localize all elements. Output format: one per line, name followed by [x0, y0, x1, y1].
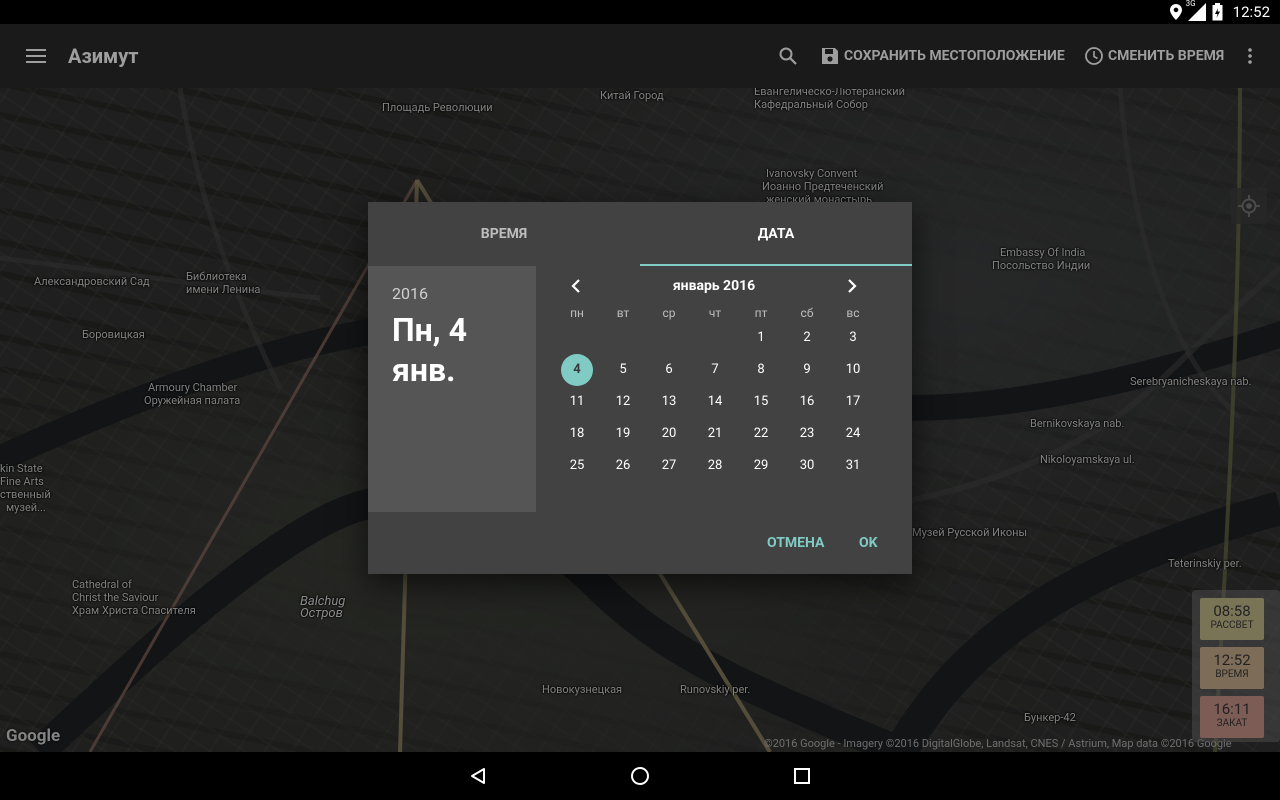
calendar-day[interactable]: 29 [745, 450, 777, 482]
calendar-day[interactable]: 13 [653, 386, 685, 418]
status-time: 12:52 [1232, 3, 1270, 21]
header-year[interactable]: 2016 [392, 284, 428, 303]
weekday-label: пт [754, 306, 768, 320]
more-vertical-icon [1248, 48, 1252, 64]
calendar-day[interactable]: 19 [607, 418, 639, 450]
calendar-day[interactable]: 15 [745, 386, 777, 418]
cancel-button[interactable]: ОТМЕНА [767, 528, 824, 558]
home-circle-icon [631, 767, 649, 785]
ok-button[interactable]: OK [859, 528, 878, 558]
hamburger-menu-icon [26, 49, 46, 63]
calendar-day[interactable]: 9 [791, 354, 823, 386]
calendar-day[interactable]: 26 [607, 450, 639, 482]
app-title: Азимут [68, 44, 139, 68]
current-time-card[interactable]: 12:52 ВРЕМЯ [1200, 647, 1264, 689]
chevron-left-icon [571, 279, 580, 293]
sunset-time: 16:11 [1213, 700, 1251, 718]
sunrise-label: РАССВЕТ [1210, 620, 1254, 631]
search-icon [779, 47, 797, 65]
calendar-day[interactable]: 14 [699, 386, 731, 418]
tab-time[interactable]: ВРЕМЯ [368, 202, 640, 266]
back-button[interactable] [454, 760, 502, 792]
calendar-day[interactable]: 1 [745, 322, 777, 354]
calendar-day[interactable]: 5 [607, 354, 639, 386]
calendar-days-grid: 1 2 3 4 5 6 7 8 9 10 11 12 13 14 15 16 17 18 19 20 21 22 23 24 2… [536, 322, 912, 502]
calendar-day[interactable]: 16 [791, 386, 823, 418]
search-button[interactable] [770, 36, 806, 76]
calendar-day[interactable]: 20 [653, 418, 685, 450]
clock-icon [1085, 47, 1103, 65]
calendar-day[interactable]: 18 [561, 418, 593, 450]
calendar-day[interactable]: 7 [699, 354, 731, 386]
weekday-label: вс [846, 306, 860, 320]
save-location-label: СОХРАНИТЬ МЕСТОПОЛОЖЕНИЕ [844, 48, 1065, 64]
save-location-button[interactable]: СОХРАНИТЬ МЕСТОПОЛОЖЕНИЕ [820, 36, 1065, 76]
date-time-picker-dialog: ВРЕМЯ ДАТА 2016 Пн, 4 янв. январь 2016 п… [368, 202, 912, 574]
dialog-tabs: ВРЕМЯ ДАТА [368, 202, 912, 266]
calendar-day[interactable]: 30 [791, 450, 823, 482]
weekday-label: пн [570, 306, 584, 320]
calendar-day-selected[interactable]: 4 [561, 354, 593, 386]
calendar-day[interactable]: 17 [837, 386, 869, 418]
calendar-month-label: январь 2016 [672, 278, 756, 294]
change-time-button[interactable]: СМЕНИТЬ ВРЕМЯ [1084, 36, 1224, 76]
calendar-day[interactable]: 8 [745, 354, 777, 386]
location-icon [1169, 4, 1182, 20]
sunrise-card[interactable]: 08:58 РАССВЕТ [1200, 598, 1264, 640]
current-time: 12:52 [1213, 651, 1251, 669]
recent-square-icon [794, 768, 810, 784]
system-navigation-bar [0, 752, 1280, 800]
calendar-day[interactable]: 24 [837, 418, 869, 450]
network-type: 3G [1185, 0, 1196, 8]
change-time-label: СМЕНИТЬ ВРЕМЯ [1108, 48, 1225, 64]
calendar-day[interactable]: 27 [653, 450, 685, 482]
weekday-label: вт [616, 306, 630, 320]
calendar-day[interactable]: 10 [837, 354, 869, 386]
next-month-button[interactable] [840, 274, 864, 298]
sun-times-panel: 08:58 РАССВЕТ 12:52 ВРЕМЯ 16:11 ЗАКАТ [1192, 590, 1280, 742]
sunset-label: ЗАКАТ [1216, 718, 1248, 729]
weekday-label: ср [662, 306, 676, 320]
status-icons: 3G 12:52 [1169, 0, 1270, 24]
menu-button[interactable] [14, 36, 58, 76]
calendar-day[interactable]: 21 [699, 418, 731, 450]
previous-month-button[interactable] [564, 274, 588, 298]
save-icon [822, 48, 838, 64]
date-header: 2016 Пн, 4 янв. [368, 266, 536, 512]
calendar-day[interactable]: 25 [561, 450, 593, 482]
sunrise-time: 08:58 [1213, 602, 1251, 620]
calendar-view: январь 2016 пн вт ср чт пт сб вс 1 2 3 4 5 6 7 8 9 10 11… [536, 266, 912, 512]
chevron-right-icon [848, 279, 857, 293]
status-bar: 3G 12:52 [0, 0, 1280, 24]
calendar-day[interactable]: 12 [607, 386, 639, 418]
app-toolbar: Азимут СОХРАНИТЬ МЕСТОПОЛОЖЕНИЕ СМЕНИТЬ … [0, 24, 1280, 88]
calendar-day[interactable]: 31 [837, 450, 869, 482]
tab-date[interactable]: ДАТА [640, 202, 912, 266]
overflow-menu-button[interactable] [1236, 36, 1264, 76]
header-selected-date[interactable]: Пн, 4 янв. [392, 310, 522, 390]
recent-apps-button[interactable] [778, 760, 826, 792]
sunset-card[interactable]: 16:11 ЗАКАТ [1200, 696, 1264, 738]
calendar-day[interactable]: 23 [791, 418, 823, 450]
calendar-day[interactable]: 28 [699, 450, 731, 482]
weekday-label: чт [708, 306, 722, 320]
battery-icon [1212, 3, 1223, 21]
calendar-day[interactable]: 22 [745, 418, 777, 450]
current-time-label: ВРЕМЯ [1215, 669, 1249, 680]
calendar-day[interactable]: 6 [653, 354, 685, 386]
cell-signal-icon: 3G [1185, 0, 1206, 21]
weekday-label: сб [800, 306, 814, 320]
calendar-day[interactable]: 11 [561, 386, 593, 418]
calendar-day[interactable]: 3 [837, 322, 869, 354]
calendar-day[interactable]: 2 [791, 322, 823, 354]
home-button[interactable] [616, 760, 664, 792]
weekday-header: пн вт ср чт пт сб вс [536, 306, 912, 322]
back-triangle-icon [471, 768, 485, 784]
